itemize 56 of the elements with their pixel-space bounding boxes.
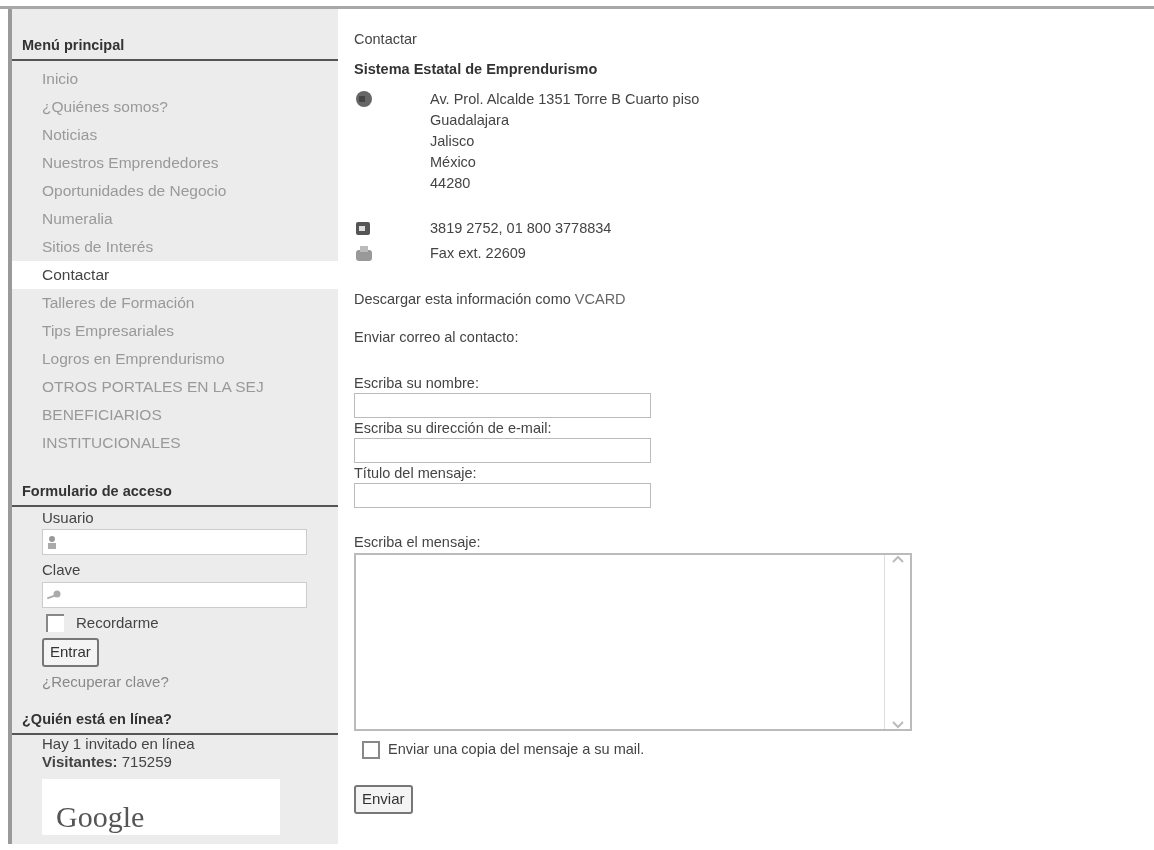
password-field[interactable] — [42, 581, 307, 608]
menu-item[interactable]: Contactar — [12, 260, 338, 289]
address-line: Jalisco — [430, 131, 476, 151]
copy-checkbox[interactable] — [362, 741, 380, 760]
menu-heading: Menú principal — [12, 35, 338, 61]
vcard-link[interactable]: VCARD — [574, 291, 626, 307]
guest-count: Hay 1 invitado en línea — [42, 734, 196, 753]
page-title: Contactar — [354, 30, 418, 49]
menu-item[interactable]: Talleres de Formación — [12, 288, 338, 317]
address-line: Av. Prol. Alcalde 1351 Torre B Cuarto piso — [430, 89, 700, 109]
menu-item[interactable]: OTROS PORTALES EN LA SEJ — [12, 372, 338, 401]
text-input-field[interactable] — [354, 392, 651, 418]
address-line: México — [430, 152, 477, 172]
menu-item[interactable]: Numeralia — [12, 204, 338, 233]
vcard-sentence: Descargar esta información como VCARD — [354, 290, 627, 309]
menu-item[interactable]: Logros en Emprendurismo — [12, 344, 338, 373]
address-line: 44280 — [430, 173, 472, 193]
text-input-field[interactable] — [354, 482, 651, 508]
phone-number: 3819 2752, 01 800 3778834 — [430, 218, 612, 238]
scroll-up-icon[interactable] — [891, 555, 904, 564]
send-button[interactable]: Enviar — [354, 785, 413, 814]
key-icon — [47, 589, 61, 600]
user-label: Usuario — [42, 507, 95, 528]
recover-password-link[interactable]: ¿Recuperar clave? — [42, 670, 338, 693]
fax-number: Fax ext. 22609 — [430, 244, 526, 264]
password-label: Clave — [42, 560, 82, 580]
menu-item[interactable]: INSTITUCIONALES — [12, 428, 338, 457]
menu-item[interactable]: Sitios de Interés — [12, 232, 338, 261]
field-label: Título del mensaje: — [354, 463, 478, 483]
login-button[interactable]: Entrar — [42, 638, 99, 667]
globe-icon — [354, 88, 374, 109]
copy-label: Enviar una copia del mensaje a su mail. — [388, 740, 645, 760]
organization-name: Sistema Estatal de Emprendurismo — [354, 59, 599, 79]
user-icon — [47, 535, 57, 549]
menu-item[interactable]: Noticias — [12, 120, 338, 149]
google-logo: Google — [42, 778, 280, 835]
visitor-count: Visitantes: 715259 — [42, 752, 173, 771]
address-line: Guadalajara — [430, 110, 510, 130]
scroll-down-icon[interactable] — [891, 721, 904, 730]
field-label: Escriba su nombre: — [354, 373, 480, 393]
remember-label: Recordarme — [76, 612, 159, 633]
menu-item[interactable]: Inicio — [12, 64, 338, 93]
menu-item[interactable]: Nuestros Emprendedores — [12, 148, 338, 177]
menu-item[interactable]: ¿Quiénes somos? — [12, 92, 338, 121]
message-label: Escriba el mensaje: — [354, 532, 482, 552]
message-textarea[interactable] — [354, 553, 912, 732]
menu-item[interactable]: BENEFICIARIOS — [12, 400, 338, 429]
online-heading: ¿Quién está en línea? — [12, 709, 338, 735]
field-label: Escriba su dirección de e-mail: — [354, 418, 553, 438]
username-field[interactable] — [42, 529, 307, 555]
menu-item[interactable]: Oportunidades de Negocio — [12, 176, 338, 205]
text-input-field[interactable] — [354, 437, 651, 463]
menu-item[interactable]: Tips Empresariales — [12, 316, 338, 345]
login-heading: Formulario de acceso — [12, 480, 338, 507]
email-heading: Enviar correo al contacto: — [354, 327, 520, 347]
remember-checkbox[interactable] — [46, 613, 64, 632]
